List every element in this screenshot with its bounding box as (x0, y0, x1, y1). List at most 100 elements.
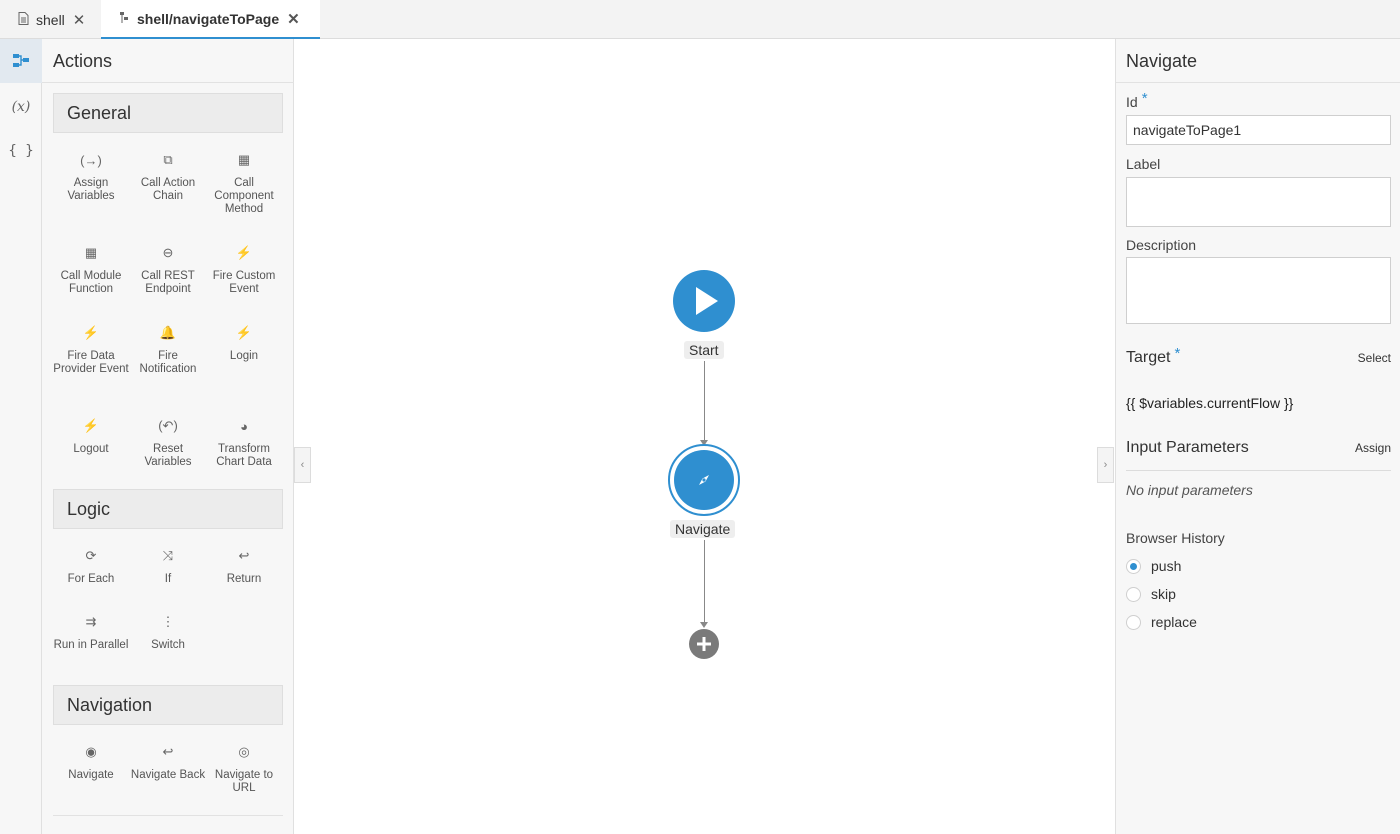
palette-item-call-rest-endpoint[interactable]: ⊖ Call REST Endpoint (130, 242, 206, 296)
palette-item-login[interactable]: ⚡ Login (206, 322, 282, 363)
chevron-left-icon: ‹ (300, 459, 305, 471)
palette-item-transform-chart-data[interactable]: ◕ Transform Chart Data (206, 415, 282, 469)
bell-icon: 🔔 (159, 325, 177, 340)
radio-button[interactable] (1126, 586, 1141, 602)
close-icon[interactable]: ✕ (73, 11, 86, 29)
section-navigation[interactable]: Navigation (53, 685, 283, 725)
palette-title: Actions (53, 51, 113, 71)
input-parameters-row: Input Parameters Assign (1126, 439, 1391, 457)
palette-item-fire-notification[interactable]: 🔔 Fire Notification (130, 322, 206, 376)
actions-palette: Actions General (→) Assign Variables ⧉ C… (42, 39, 294, 834)
compass-icon (699, 475, 709, 485)
call-component-method-icon: ▦ (237, 152, 251, 167)
add-action-button[interactable] (689, 629, 719, 659)
id-field-label: Id * (1126, 90, 1148, 110)
label-field-label: Label (1126, 156, 1161, 172)
return-icon: ↩ (238, 548, 250, 563)
description-field-label: Description (1126, 237, 1197, 253)
browser-history-label: Browser History (1126, 530, 1225, 546)
variables-icon[interactable]: (x) (0, 85, 42, 129)
palette-item-for-each[interactable]: ⟳ For Each (53, 545, 129, 586)
target-value[interactable]: {{ $variables.currentFlow }} (1126, 395, 1293, 411)
parallel-icon: ⇉ (85, 614, 97, 629)
lightning-icon: ⚡ (82, 325, 100, 340)
target-select-link[interactable]: Select (1358, 351, 1391, 365)
chevron-right-icon: › (1103, 459, 1108, 471)
palette-item-navigate[interactable]: ◉ Navigate (53, 741, 129, 782)
radio-replace[interactable]: replace (1126, 614, 1197, 630)
radio-button[interactable] (1126, 614, 1141, 630)
properties-title: Navigate (1126, 51, 1198, 71)
reset-variables-icon: (↶) (158, 418, 178, 433)
connector-line (704, 361, 705, 441)
lightning-icon: ⚡ (82, 418, 100, 433)
flow-icon (117, 11, 131, 27)
connector-line (704, 540, 705, 624)
no-input-parameters-text: No input parameters (1126, 482, 1253, 498)
divider (1126, 470, 1391, 471)
radio-button[interactable] (1126, 558, 1141, 574)
tab-bar: shell ✕ shell/navigateToPage ✕ (0, 0, 1400, 40)
divider (53, 815, 283, 816)
target-row: Target * Select (1126, 345, 1391, 367)
palette-item-call-component-method[interactable]: ▦ Call Component Method (206, 149, 282, 216)
palette-item-reset-variables[interactable]: (↶) Reset Variables (130, 415, 206, 469)
collapse-right-panel-button[interactable]: › (1097, 447, 1114, 483)
navigate-node-label: Navigate (670, 520, 736, 538)
input-parameters-assign-link[interactable]: Assign (1355, 441, 1391, 455)
divider (42, 82, 294, 83)
lightning-icon: ⚡ (235, 325, 253, 340)
divider (1116, 82, 1400, 83)
start-node[interactable] (673, 270, 735, 332)
left-icon-rail: (x) { } (0, 39, 42, 834)
file-icon (16, 11, 30, 28)
palette-item-fire-custom-event[interactable]: ⚡ Fire Custom Event (206, 242, 282, 296)
lightning-icon: ⚡ (235, 245, 253, 260)
palette-item-call-module-function[interactable]: ▦ Call Module Function (53, 242, 129, 296)
for-each-icon: ⟳ (85, 548, 97, 563)
palette-item-logout[interactable]: ⚡ Logout (53, 415, 129, 456)
assign-variables-icon: (→) (80, 152, 102, 168)
id-field[interactable]: navigateToPage1 (1126, 115, 1391, 145)
required-marker: * (1141, 90, 1148, 107)
description-field[interactable] (1126, 257, 1391, 324)
input-parameters-title: Input Parameters (1126, 439, 1249, 456)
radio-push[interactable]: push (1126, 558, 1181, 574)
section-logic[interactable]: Logic (53, 489, 283, 529)
palette-item-assign-variables[interactable]: (→) Assign Variables (53, 149, 129, 203)
palette-item-run-in-parallel[interactable]: ⇉ Run in Parallel (53, 611, 129, 652)
palette-item-if[interactable]: ⤨ If (130, 545, 206, 586)
json-icon[interactable]: { } (0, 129, 42, 173)
start-node-label: Start (684, 341, 724, 359)
navigate-node[interactable] (668, 444, 740, 516)
close-icon[interactable]: ✕ (287, 10, 300, 28)
collapse-left-panel-button[interactable]: ‹ (294, 447, 311, 483)
tab-shell[interactable]: shell ✕ (16, 0, 85, 39)
tab-label: shell/navigateToPage (137, 10, 280, 27)
actions-chain-icon[interactable] (0, 39, 42, 83)
globe-icon: ◎ (238, 744, 250, 759)
call-action-chain-icon: ⧉ (163, 152, 173, 167)
palette-item-navigate-back[interactable]: ↩ Navigate Back (130, 741, 206, 782)
tab-shell-navigatetopage[interactable]: shell/navigateToPage ✕ (101, 0, 320, 40)
palette-item-call-action-chain[interactable]: ⧉ Call Action Chain (130, 149, 206, 203)
arrow-head (700, 622, 708, 628)
palette-item-switch[interactable]: ⋮ Switch (130, 611, 206, 652)
call-module-function-icon: ▦ (84, 245, 98, 260)
palette-item-fire-data-provider-event[interactable]: ⚡ Fire Data Provider Event (53, 322, 129, 376)
play-icon (696, 287, 718, 315)
tab-label: shell (36, 11, 65, 28)
label-field[interactable] (1126, 177, 1391, 227)
palette-item-navigate-to-url[interactable]: ◎ Navigate to URL (206, 741, 282, 795)
compass-icon: ◉ (85, 744, 97, 759)
palette-item-return[interactable]: ↩ Return (206, 545, 282, 586)
properties-panel: Navigate Id * navigateToPage1 Label Descr… (1115, 39, 1400, 834)
if-branch-icon: ⤨ (162, 548, 174, 563)
back-arrow-icon: ↩ (162, 744, 174, 759)
section-general[interactable]: General (53, 93, 283, 133)
switch-icon: ⋮ (161, 614, 175, 629)
radio-skip[interactable]: skip (1126, 586, 1176, 602)
call-rest-endpoint-icon: ⊖ (162, 245, 174, 260)
plus-icon (697, 637, 711, 651)
required-marker: * (1174, 345, 1181, 362)
